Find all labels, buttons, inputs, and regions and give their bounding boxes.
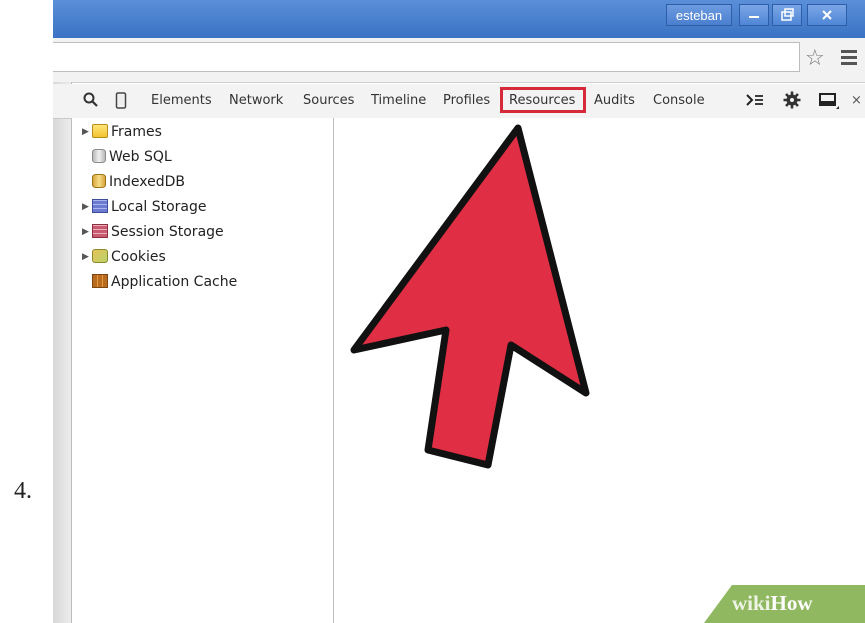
tree-item-web-sql[interactable]: Web SQL: [82, 146, 172, 168]
restore-icon: [781, 8, 794, 21]
close-icon: [822, 10, 832, 20]
database-icon: [92, 149, 106, 163]
title-bar: esteban: [53, 0, 865, 38]
tree-item-frames[interactable]: ▶ Frames: [82, 121, 162, 143]
pointer-arrow-icon: [350, 124, 590, 469]
devtools-toolbar: Elements Network Sources Timeline Profil…: [53, 84, 865, 119]
expand-triangle-icon[interactable]: ▶: [82, 121, 92, 143]
tab-audits[interactable]: Audits: [594, 93, 635, 108]
resources-sidebar: ▶ Frames Web SQL IndexedDB ▶ Local Storage…: [72, 118, 334, 623]
tree-item-label: Application Cache: [111, 274, 238, 290]
device-mode-icon[interactable]: [115, 92, 127, 109]
tab-profiles[interactable]: Profiles: [443, 93, 490, 108]
restore-button[interactable]: [772, 4, 802, 26]
wikihow-logo-text: wikiHow: [732, 591, 813, 615]
folder-icon: [92, 124, 108, 138]
tree-item-cookies[interactable]: ▶ Cookies: [82, 246, 166, 268]
close-devtools-icon[interactable]: ×: [851, 93, 862, 108]
expand-triangle-icon[interactable]: ▶: [82, 246, 92, 268]
tree-item-label: Web SQL: [109, 149, 172, 165]
profile-button[interactable]: esteban: [666, 4, 732, 26]
address-bar: ☆: [53, 38, 865, 83]
resources-tab-highlight: [500, 87, 586, 113]
tab-console[interactable]: Console: [653, 93, 705, 108]
search-icon[interactable]: [83, 92, 99, 108]
dock-side-icon[interactable]: [818, 92, 840, 110]
database-yellow-icon: [92, 174, 106, 188]
storage-grid-red-icon: [92, 224, 108, 238]
tree-item-indexeddb[interactable]: IndexedDB: [82, 171, 185, 193]
minimize-icon: [749, 16, 759, 18]
expand-triangle-icon[interactable]: ▶: [82, 221, 92, 243]
step-number: 4.: [14, 478, 32, 504]
cookie-icon: [92, 249, 108, 263]
expand-triangle-icon[interactable]: ▶: [82, 196, 92, 218]
tab-sources[interactable]: Sources: [303, 93, 354, 108]
menu-icon[interactable]: [841, 50, 857, 66]
appcache-icon: [92, 274, 108, 288]
tree-item-label: Cookies: [111, 249, 166, 265]
tree-item-label: Session Storage: [111, 224, 224, 240]
tree-item-label: Frames: [111, 124, 162, 140]
minimize-button[interactable]: [739, 4, 769, 26]
page-scrollbar[interactable]: [53, 82, 72, 623]
bookmark-star-icon[interactable]: ☆: [805, 46, 825, 72]
console-drawer-icon[interactable]: [745, 92, 765, 108]
settings-gear-icon[interactable]: [783, 91, 801, 109]
tree-item-label: IndexedDB: [109, 174, 185, 190]
tab-network[interactable]: Network: [229, 93, 283, 108]
tree-item-application-cache[interactable]: Application Cache: [82, 271, 237, 293]
storage-grid-icon: [92, 199, 108, 213]
tree-item-local-storage[interactable]: ▶ Local Storage: [82, 196, 207, 218]
tab-timeline[interactable]: Timeline: [371, 93, 426, 108]
close-window-button[interactable]: [807, 4, 847, 26]
omnibox-input[interactable]: [53, 42, 800, 72]
tree-item-label: Local Storage: [111, 199, 207, 215]
tab-elements[interactable]: Elements: [151, 93, 212, 108]
tree-item-session-storage[interactable]: ▶ Session Storage: [82, 221, 224, 243]
